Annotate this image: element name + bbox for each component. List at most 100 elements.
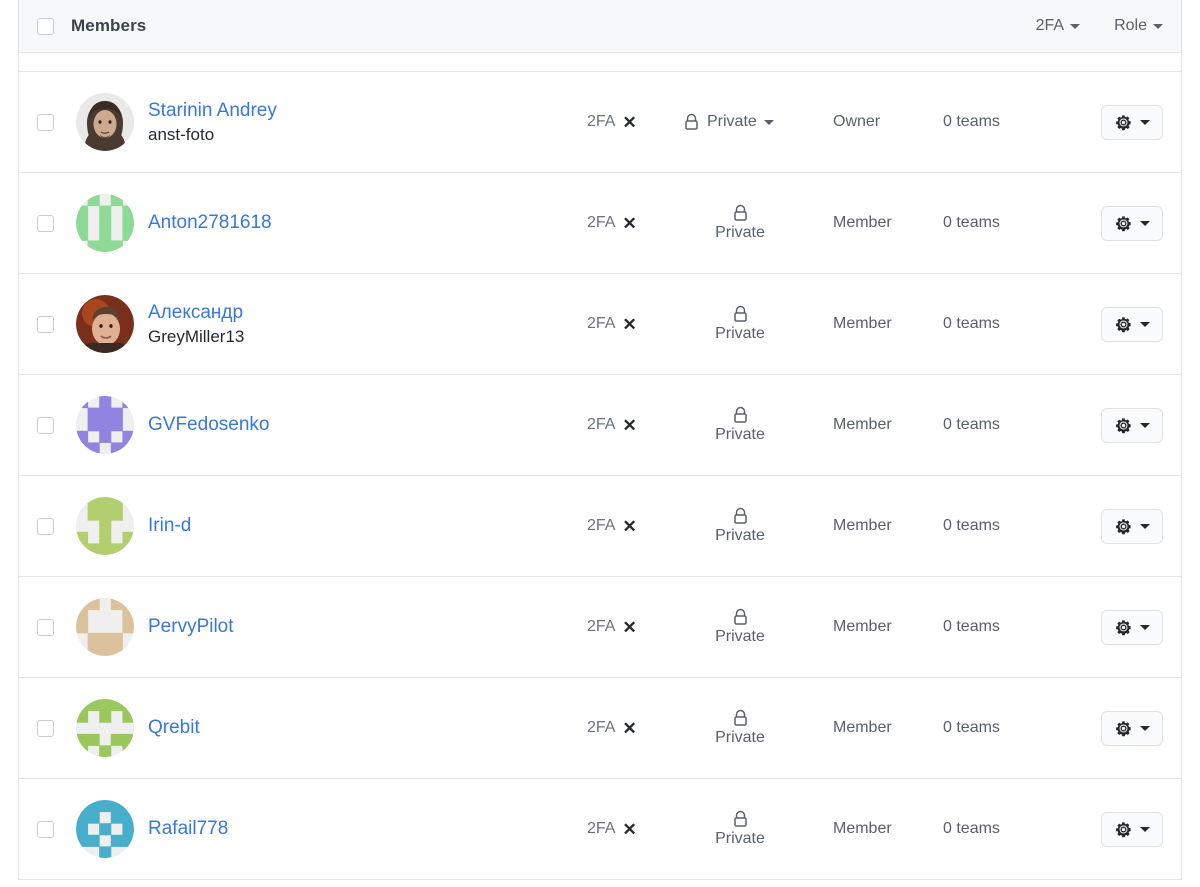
role-label: Member — [833, 517, 892, 534]
chevron-down-icon — [1140, 523, 1150, 529]
twofa-cell: 2FA ✕ — [587, 113, 683, 131]
row-select-checkbox[interactable] — [36, 315, 54, 333]
lock-icon — [733, 608, 747, 625]
avatar — [76, 194, 134, 252]
chevron-down-icon — [1070, 23, 1081, 29]
twofa-cell: 2FA ✕ — [587, 416, 683, 434]
visibility-label: Private — [715, 224, 765, 241]
twofa-label: 2FA — [587, 618, 616, 635]
row-settings-button[interactable] — [1101, 205, 1163, 241]
x-icon[interactable]: ✕ — [622, 114, 636, 131]
row-select-checkbox[interactable] — [36, 113, 54, 131]
member-name-link[interactable]: PervyPilot — [148, 615, 587, 639]
member-name-link[interactable]: Александр — [148, 301, 587, 325]
member-name-link[interactable]: Starinin Andrey — [148, 99, 587, 123]
chevron-down-icon — [1140, 624, 1150, 630]
select-all-checkbox[interactable] — [36, 17, 54, 35]
member-name-link[interactable]: GVFedosenko — [148, 413, 587, 437]
member-name-link[interactable]: Anton2781618 — [148, 211, 587, 235]
visibility-cell: Private — [683, 709, 833, 747]
actions-cell — [1073, 205, 1163, 241]
x-icon[interactable]: ✕ — [622, 720, 636, 737]
member-identity: Irin-d — [139, 514, 587, 538]
filter-role[interactable]: Role — [1114, 17, 1163, 35]
teams-cell: 0 teams — [943, 517, 1073, 535]
row-settings-button[interactable] — [1101, 609, 1163, 645]
filter-2fa[interactable]: 2FA — [1036, 17, 1081, 35]
row-settings-button[interactable] — [1101, 306, 1163, 342]
visibility-dropdown[interactable]: Private — [683, 113, 774, 132]
teams-count: 0 teams — [943, 820, 1000, 837]
teams-count: 0 teams — [943, 517, 1000, 534]
x-icon[interactable]: ✕ — [622, 417, 636, 434]
role-cell: Member — [833, 618, 943, 636]
row-settings-button[interactable] — [1101, 407, 1163, 443]
row-select-checkbox[interactable] — [36, 618, 54, 636]
member-identity: PervyPilot — [139, 615, 587, 639]
x-icon[interactable]: ✕ — [622, 518, 636, 535]
page-title: Members — [71, 16, 147, 35]
lock-icon — [733, 305, 747, 322]
chevron-down-icon — [1140, 422, 1150, 428]
avatar-cell — [71, 295, 139, 353]
role-label: Member — [833, 719, 892, 736]
x-icon[interactable]: ✕ — [622, 821, 636, 838]
lock-icon — [733, 406, 747, 423]
row-settings-button[interactable] — [1101, 811, 1163, 847]
row-select-checkbox[interactable] — [36, 214, 54, 232]
member-name-link[interactable]: Irin-d — [148, 514, 587, 538]
row-settings-button[interactable] — [1101, 508, 1163, 544]
visibility-label: Private — [715, 426, 765, 443]
row-select-checkbox[interactable] — [36, 416, 54, 434]
row-select-checkbox[interactable] — [36, 517, 54, 535]
teams-cell: 0 teams — [943, 113, 1073, 131]
avatar-cell — [71, 194, 139, 252]
visibility-cell: Private — [683, 608, 833, 646]
twofa-cell: 2FA ✕ — [587, 719, 683, 737]
lock-icon — [733, 204, 747, 221]
row-select-checkbox[interactable] — [36, 719, 54, 737]
visibility-indicator: Private — [683, 406, 833, 444]
visibility-cell: Private — [683, 406, 833, 444]
x-icon[interactable]: ✕ — [622, 619, 636, 636]
twofa-label: 2FA — [587, 214, 616, 231]
avatar-cell — [71, 93, 139, 151]
avatar — [76, 295, 134, 353]
teams-count: 0 teams — [943, 719, 1000, 736]
member-name-link[interactable]: Qrebit — [148, 716, 587, 740]
table-row: Qrebit 2FA ✕ Private Member 0 teams — [19, 678, 1181, 779]
x-icon[interactable]: ✕ — [622, 316, 636, 333]
row-checkbox-cell — [19, 719, 71, 737]
row-settings-button[interactable] — [1101, 710, 1163, 746]
visibility-label: Private — [715, 325, 765, 342]
table-row: Irin-d 2FA ✕ Private Member 0 teams — [19, 476, 1181, 577]
actions-cell — [1073, 508, 1163, 544]
visibility-cell: Private — [683, 305, 833, 343]
member-identity: Anton2781618 — [139, 211, 587, 235]
member-login: GreyMiller13 — [148, 327, 245, 347]
avatar — [76, 396, 134, 454]
row-select-checkbox[interactable] — [36, 820, 54, 838]
teams-cell: 0 teams — [943, 820, 1073, 838]
visibility-indicator: Private — [683, 507, 833, 545]
teams-count: 0 teams — [943, 416, 1000, 433]
visibility-cell: Private — [683, 113, 833, 132]
role-cell: Member — [833, 820, 943, 838]
chevron-down-icon — [1140, 321, 1150, 327]
table-row: Anton2781618 2FA ✕ Private Member 0 teams — [19, 173, 1181, 274]
member-name-link[interactable]: Rafail778 — [148, 817, 587, 841]
table-row: GVFedosenko 2FA ✕ Private Member 0 teams — [19, 375, 1181, 476]
twofa-label: 2FA — [587, 820, 616, 837]
lock-icon — [733, 709, 747, 726]
teams-cell: 0 teams — [943, 214, 1073, 232]
row-settings-button[interactable] — [1101, 104, 1163, 140]
teams-cell: 0 teams — [943, 315, 1073, 333]
role-label: Member — [833, 416, 892, 433]
visibility-label: Private — [715, 527, 765, 544]
role-cell: Member — [833, 517, 943, 535]
role-cell: Member — [833, 214, 943, 232]
visibility-label: Private — [707, 113, 757, 130]
avatar-cell — [71, 497, 139, 555]
chevron-down-icon — [1140, 220, 1150, 226]
x-icon[interactable]: ✕ — [622, 215, 636, 232]
